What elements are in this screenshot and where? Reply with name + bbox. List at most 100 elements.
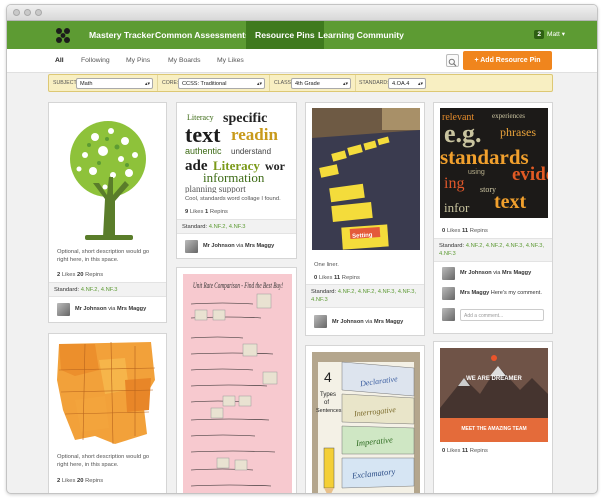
repins-label: Repins: [341, 275, 360, 281]
pin-stats: 9 Likes 1 Repins: [185, 209, 228, 215]
collage-word: e.g.: [444, 119, 482, 148]
likes-label: Likes: [61, 272, 76, 278]
standard-label: STANDARD:: [359, 80, 389, 86]
repins-count: 11: [334, 275, 341, 281]
pin-image-word-collage[interactable]: Literacy specific text readin authentic …: [183, 108, 292, 193]
pin-image-unit-rate-chart[interactable]: Unit Rate Comparison - Find the Best Buy…: [183, 274, 292, 494]
chart-title: Unit Rate Comparison - Find the Best Buy…: [193, 281, 283, 290]
resource-pin-card[interactable]: Literacy specific text readin authentic …: [176, 102, 297, 259]
standard-links[interactable]: 4.NF.2, 4.NF.3: [209, 224, 246, 230]
core-value: CCSS: Traditional: [182, 81, 227, 87]
board-name[interactable]: Mrs Maggy: [374, 319, 403, 325]
nav-tab-common-assessments[interactable]: Common Assessments: [155, 21, 250, 49]
standard-row: Standard: 4.NF.2, 4.NF.2, 4.NF.3, 4.NF.3…: [434, 238, 552, 262]
board-name[interactable]: Mrs Maggy: [117, 306, 146, 312]
standard-label: Standard:: [311, 289, 337, 295]
author-name[interactable]: Mr Johnson: [460, 270, 492, 276]
svg-text:authentic: authentic: [185, 146, 222, 156]
pin-image-classroom-floor[interactable]: Setting: [312, 108, 420, 250]
svg-text:wor: wor: [265, 159, 286, 173]
core-select[interactable]: CCSS: Traditional ▴▾: [178, 78, 265, 89]
standard-links[interactable]: 4.NF.2, 4.NF.3: [81, 287, 118, 293]
collage-word: infor: [444, 200, 470, 215]
repins-label: Repins: [209, 209, 228, 215]
pin-stats: 0 Likes 11 Repins: [442, 228, 488, 234]
avatar[interactable]: [442, 267, 455, 280]
board-name[interactable]: Mrs Maggy: [502, 270, 531, 276]
likes-label: Likes: [446, 228, 461, 234]
likes-count: 2: [57, 478, 61, 484]
comment-input[interactable]: Add a comment...: [460, 309, 544, 321]
standard-select[interactable]: 4.OA.4 ▴▾: [388, 78, 426, 89]
pin-description: One liner.: [314, 262, 339, 268]
collage-word: experiences: [492, 112, 525, 120]
close-window-dot[interactable]: [13, 9, 20, 16]
repins-count: 11: [462, 448, 469, 454]
likes-label: Likes: [189, 209, 204, 215]
pin-byline: Mr Johnson via Mrs Maggy: [460, 270, 532, 276]
avatar[interactable]: [314, 315, 327, 328]
user-name: Matt: [547, 31, 560, 38]
sub-nav: All Following My Pins My Boards My Likes…: [7, 49, 597, 73]
resource-pin-card[interactable]: Optional, short description would go rig…: [48, 102, 167, 323]
pin-image-map[interactable]: [55, 340, 162, 446]
resource-pin-card[interactable]: 4 Types of Sentences Declarative Interro…: [305, 345, 425, 494]
author-name[interactable]: Mr Johnson: [75, 306, 107, 312]
board-name[interactable]: Mrs Maggy: [245, 243, 274, 249]
sentence-word: of: [324, 400, 329, 406]
sentence-word: Types: [320, 392, 336, 398]
window-titlebar: [7, 5, 597, 21]
pin-image-team-banner[interactable]: WE ARE DREAMER MEET THE AMAZING TEAM: [440, 348, 548, 442]
author-name[interactable]: Mr Johnson: [203, 243, 235, 249]
via-text: via: [236, 243, 244, 249]
subject-value: Math: [80, 81, 93, 87]
collage-word: ing: [444, 175, 464, 192]
avatar[interactable]: [442, 287, 455, 300]
subtab-all[interactable]: All: [55, 57, 64, 64]
pin-image-sentence-types[interactable]: 4 Types of Sentences Declarative Interro…: [312, 352, 420, 494]
pin-image-tree[interactable]: [55, 107, 162, 247]
likes-count: 2: [57, 272, 61, 278]
author-name[interactable]: Mr Johnson: [332, 319, 364, 325]
standard-label: Standard:: [439, 243, 465, 249]
avatar[interactable]: [185, 240, 198, 253]
avatar[interactable]: [57, 303, 70, 316]
likes-count: 0: [314, 275, 318, 281]
subtab-my-pins[interactable]: My Pins: [126, 57, 150, 64]
subtab-my-likes[interactable]: My Likes: [217, 57, 244, 64]
resource-pin-card[interactable]: Optional, short description would go rig…: [48, 333, 167, 493]
pin-byline: Mr Johnson via Mrs Maggy: [75, 306, 146, 312]
avatar[interactable]: [442, 308, 455, 321]
subtab-following[interactable]: Following: [81, 57, 110, 64]
svg-text:understand: understand: [231, 147, 271, 156]
svg-text:readin: readin: [231, 125, 278, 144]
search-button[interactable]: [446, 54, 459, 67]
pin-image-standards-wordle[interactable]: relevant experiences e.g. phrases standa…: [440, 108, 548, 218]
commenter-name[interactable]: Mrs Maggy: [460, 290, 489, 296]
collage-word: using: [468, 169, 485, 176]
resource-pin-card[interactable]: relevant experiences e.g. phrases standa…: [433, 102, 553, 334]
collage-word: evidence: [512, 164, 548, 185]
pin-byline: Mr Johnson via Mrs Maggy: [203, 243, 274, 249]
resource-pin-card[interactable]: Setting One liner. 0 Likes 11 Repins Sta…: [305, 102, 425, 336]
resource-pin-card[interactable]: WE ARE DREAMER MEET THE AMAZING TEAM 0 L…: [433, 341, 553, 493]
nav-tab-resource-pins[interactable]: Resource Pins: [246, 21, 324, 49]
likes-label: Likes: [61, 478, 76, 484]
repins-count: 20: [77, 272, 84, 278]
user-menu[interactable]: 2 Matt ▾: [534, 30, 565, 39]
filter-divider: [355, 75, 356, 91]
subject-select[interactable]: Math ▴▾: [76, 78, 153, 89]
resource-pin-card[interactable]: Unit Rate Comparison - Find the Best Buy…: [176, 267, 297, 494]
class-select[interactable]: 4th Grade ▴▾: [291, 78, 351, 89]
comment: Mrs Maggy Here's my comment.: [460, 290, 542, 296]
nav-tab-learning-community[interactable]: Learning Community: [318, 21, 404, 49]
subtab-my-boards[interactable]: My Boards: [168, 57, 200, 64]
app-logo-icon[interactable]: [53, 25, 73, 45]
add-resource-pin-button[interactable]: + Add Resource Pin: [463, 51, 552, 70]
maximize-window-dot[interactable]: [35, 9, 42, 16]
pin-stats: 2 Likes 20 Repins: [57, 478, 103, 484]
nav-tab-mastery-tracker[interactable]: Mastery Tracker: [89, 21, 154, 49]
minimize-window-dot[interactable]: [24, 9, 31, 16]
pin-description: Optional, short description would go rig…: [57, 454, 150, 468]
repins-count: 20: [77, 478, 84, 484]
